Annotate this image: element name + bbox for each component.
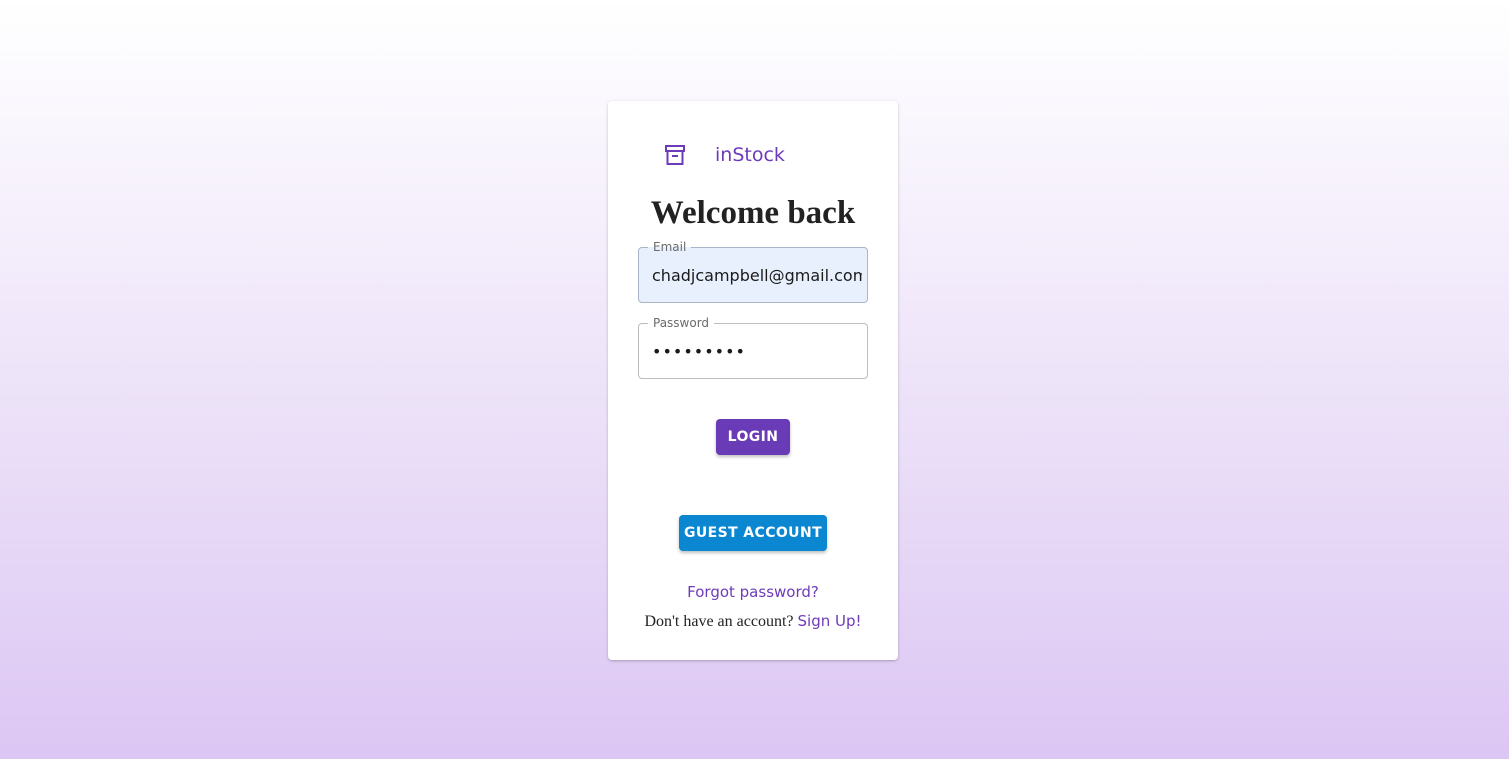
brand-name: inStock [715, 144, 785, 166]
email-field[interactable]: Email [638, 239, 868, 303]
signup-prompt: Don't have an account? [644, 613, 798, 630]
login-card: inStock Welcome back Email Password LOGI… [608, 101, 898, 660]
page-title: Welcome back [650, 195, 856, 231]
forgot-password-link[interactable]: Forgot password? [608, 583, 898, 601]
password-input[interactable] [652, 324, 862, 378]
guest-account-button[interactable]: GUEST ACCOUNT [679, 515, 827, 551]
archive-box-icon [664, 143, 686, 167]
signup-link[interactable]: Sign Up! [798, 612, 862, 630]
login-button[interactable]: LOGIN [716, 419, 790, 455]
signup-row: Don't have an account? Sign Up! [608, 612, 898, 631]
email-input[interactable] [652, 248, 862, 302]
password-field[interactable]: Password [638, 315, 868, 379]
brand-header: inStock [664, 143, 785, 167]
